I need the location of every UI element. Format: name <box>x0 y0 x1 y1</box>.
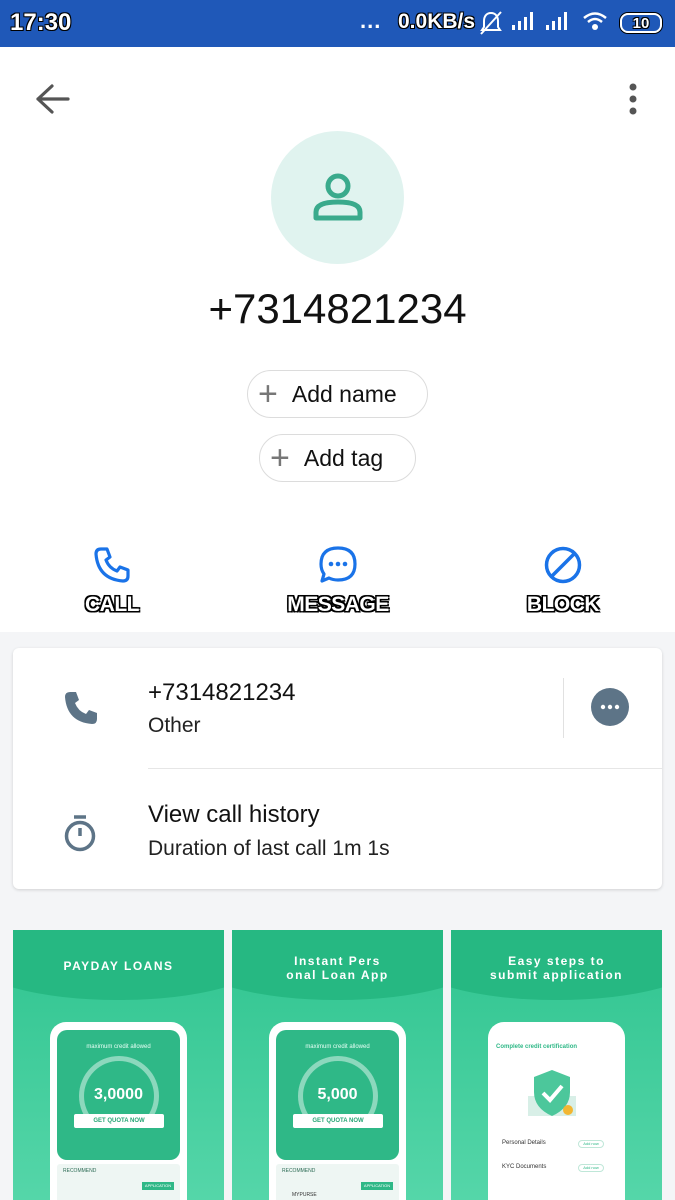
signal-icon <box>511 10 537 37</box>
call-label: CALL <box>85 593 140 616</box>
ad-title-line2: onal Loan App <box>286 968 389 982</box>
block-label: BLOCK <box>526 593 600 616</box>
recommend-card: RECOMMEND APPLICATION <box>57 1164 180 1200</box>
ad-easy-steps[interactable]: Easy steps to submit application Complet… <box>451 930 662 1200</box>
contact-details-card: +7314821234 Other View call history Dura… <box>13 648 662 889</box>
add-tag-label: Add tag <box>303 444 384 471</box>
status-bar: 17:30 ... 0.0KB/s 10 <box>0 0 675 47</box>
ad-caption: maximum credit allowed <box>86 1044 151 1050</box>
network-speed: 0.0KB/s <box>398 10 476 33</box>
ad-title-line1: Instant Pers <box>294 954 381 968</box>
block-icon <box>544 546 582 584</box>
ad-title-line2: submit application <box>489 968 623 982</box>
block-action[interactable]: BLOCK <box>493 545 633 617</box>
shield-icon <box>528 1070 576 1116</box>
plus-icon: + <box>258 375 278 413</box>
wifi-icon <box>582 10 608 37</box>
recommend-label: RECOMMEND <box>282 1168 316 1174</box>
recommend-card: RECOMMEND APPLICATION MYPURSE <box>276 1164 399 1200</box>
call-action[interactable]: CALL <box>42 545 182 617</box>
view-call-history-title: View call history <box>148 801 320 828</box>
plus-icon: + <box>270 439 290 477</box>
arrow-left-icon <box>36 84 70 114</box>
ad-phone-screen: maximum credit allowed 5,000 GET QUOTA N… <box>276 1030 399 1160</box>
add-now-button: Add now <box>578 1164 604 1172</box>
ad-title-line1: Easy steps to <box>508 954 605 968</box>
contact-number: +7314821234 <box>208 285 467 332</box>
send-message-button[interactable] <box>591 688 629 726</box>
mute-alarm-icon <box>479 10 503 41</box>
person-icon <box>313 173 363 221</box>
phone-icon <box>94 547 130 583</box>
more-options-button[interactable] <box>622 82 644 118</box>
chat-bubble-icon <box>600 704 620 710</box>
status-more-dots: ... <box>360 8 382 33</box>
add-name-button[interactable]: + Add name <box>247 370 428 418</box>
ad-phone-mockup: maximum credit allowed 3,0000 GET QUOTA … <box>50 1022 187 1200</box>
personal-details-row: Personal Details <box>502 1140 546 1146</box>
application-button: APPLICATION <box>361 1182 393 1190</box>
ad-title: PAYDAY LOANS <box>63 959 174 973</box>
ad-amount: 5,000 <box>317 1086 358 1103</box>
add-name-label: Add name <box>291 380 397 407</box>
app-name: MYPURSE <box>292 1192 317 1198</box>
last-call-duration: Duration of last call 1m 1s <box>148 837 390 860</box>
certification-header: Complete credit certification <box>496 1044 578 1050</box>
message-label: MESSAGE <box>287 593 389 616</box>
battery-level: 10 <box>632 15 650 32</box>
application-button: APPLICATION <box>142 1182 174 1190</box>
back-button[interactable] <box>34 82 72 116</box>
phone-number-type: Other <box>148 714 201 737</box>
add-now-button: Add now <box>578 1140 604 1148</box>
recommend-label: RECOMMEND <box>63 1168 97 1174</box>
vertical-divider <box>563 678 564 738</box>
status-time: 17:30 <box>10 9 72 36</box>
battery-indicator: 10 <box>620 13 662 33</box>
ad-phone-mockup: Complete credit certification Personal D… <box>488 1022 625 1200</box>
ad-phone-screen: maximum credit allowed 3,0000 GET QUOTA … <box>57 1030 180 1160</box>
timer-icon <box>62 814 98 857</box>
ad-caption: maximum credit allowed <box>305 1044 370 1050</box>
ad-payday-loans[interactable]: PAYDAY LOANS maximum credit allowed 3,00… <box>13 930 224 1200</box>
add-tag-button[interactable]: + Add tag <box>259 434 416 482</box>
contact-avatar <box>271 131 404 264</box>
ad-amount: 3,0000 <box>94 1086 143 1103</box>
ad-instant-loan[interactable]: Instant Pers onal Loan App maximum credi… <box>232 930 443 1200</box>
get-quota-button: GET QUOTA NOW <box>293 1114 383 1128</box>
phone-icon <box>62 689 100 732</box>
phone-number-text: +7314821234 <box>148 679 296 706</box>
kyc-documents-row: KYC Documents <box>502 1164 547 1170</box>
chat-bubble-icon <box>319 546 357 583</box>
phone-number-row[interactable]: +7314821234 Other <box>13 648 553 768</box>
ad-phone-mockup: maximum credit allowed 5,000 GET QUOTA N… <box>269 1022 406 1200</box>
signal-icon-2 <box>545 10 571 37</box>
call-history-row[interactable]: View call history Duration of last call … <box>13 769 662 889</box>
more-vertical-icon <box>629 83 637 115</box>
message-action[interactable]: MESSAGE <box>268 545 408 617</box>
get-quota-button: GET QUOTA NOW <box>74 1114 164 1128</box>
